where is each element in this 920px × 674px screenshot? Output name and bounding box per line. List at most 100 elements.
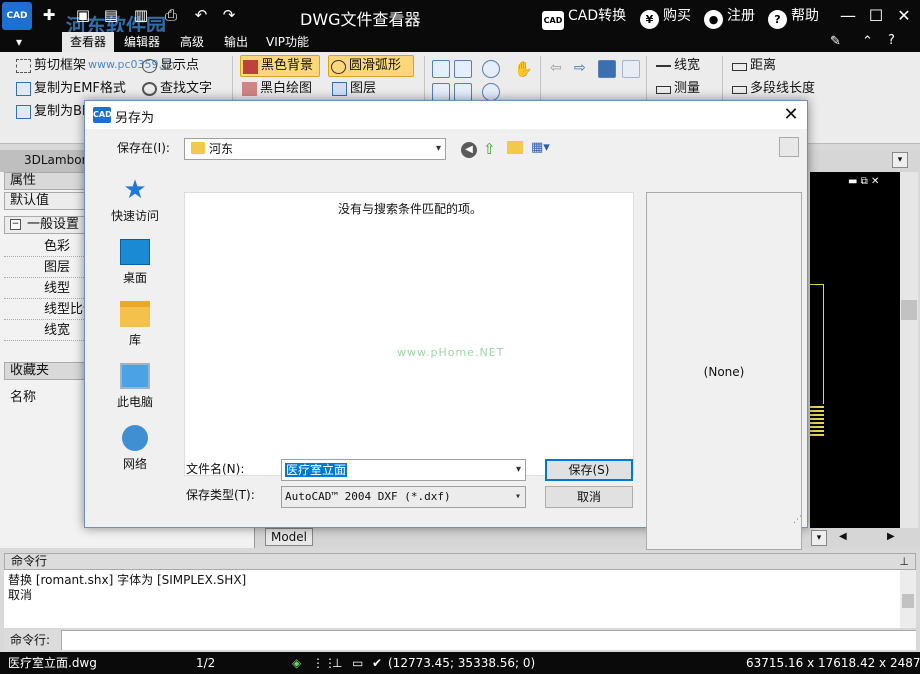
drawing-canvas[interactable]: ▬ ⧉ ✕ (810, 172, 910, 528)
hscroll-right-icon[interactable]: ▶ (887, 531, 895, 542)
place-label: 快速访问 (110, 209, 159, 223)
place-desktop[interactable]: 桌面 (95, 233, 175, 289)
cad-convert-icon: CAD (542, 11, 564, 30)
zoom-fit-icon[interactable] (454, 83, 472, 101)
desktop-icon (120, 239, 150, 265)
distance-button[interactable]: 距离 (730, 55, 776, 77)
new-folder-icon[interactable] (507, 141, 523, 154)
title-bar: CAD 河东软件园 ✚ ▣ ▤ ▥ ⎙ ↶ ↷ DWG文件查看器 CAD CAD转… (0, 0, 920, 38)
save-button[interactable]: 保存(S) (545, 459, 633, 481)
new-file-icon[interactable]: ✚ (40, 6, 58, 24)
lineweight-icon[interactable]: ▭ (352, 652, 363, 674)
up-folder-icon[interactable]: ⇧ (483, 140, 496, 158)
place-this-pc[interactable]: 此电脑 (95, 357, 175, 413)
clip-frame-button[interactable]: 剪切框架 (14, 55, 86, 77)
save-as-icon[interactable]: ▥ (132, 6, 150, 24)
find-text-button[interactable]: 查找文字 (140, 78, 212, 100)
undo-icon[interactable]: ↶ (192, 6, 210, 24)
open-folder-icon[interactable]: ▣ (74, 6, 92, 24)
layout-dropdown-icon[interactable]: ▾ (811, 530, 827, 546)
back-icon[interactable]: ◀ (461, 142, 477, 158)
distance-icon (732, 63, 747, 71)
view-menu-icon[interactable]: ▦▾ (531, 140, 550, 155)
tabs-dropdown-icon[interactable]: ▾ (892, 152, 908, 168)
command-input[interactable] (4, 630, 916, 650)
points-icon (142, 59, 157, 73)
tab-editor[interactable]: 编辑器 (116, 32, 168, 52)
measure-button[interactable]: 测量 (654, 78, 700, 100)
zoom-out-icon[interactable] (482, 83, 500, 101)
cancel-button[interactable]: 取消 (545, 486, 633, 508)
zoom-window-icon[interactable] (432, 60, 450, 78)
dialog-watermark: www.pHome.NET (397, 346, 505, 359)
edit-note-icon[interactable]: ✎ (830, 34, 841, 49)
cad-convert-button[interactable]: CAD CAD转换 (542, 6, 626, 30)
chevron-down-icon: ▾ (435, 143, 441, 154)
canvas-window-controls[interactable]: ▬ ⧉ ✕ (848, 176, 879, 187)
model-tab[interactable]: Model (265, 528, 313, 546)
close-icon[interactable]: ✕ (892, 4, 916, 28)
zoom-previous-icon[interactable] (432, 83, 450, 101)
dialog-close-icon[interactable]: ✕ (779, 103, 803, 127)
smooth-arc-button[interactable]: 圆滑弧形 (328, 55, 414, 77)
show-points-button[interactable]: 显示点 (140, 55, 199, 77)
layers-button[interactable]: 图层 (330, 78, 376, 100)
tab-viewer[interactable]: 查看器 (62, 32, 115, 52)
buy-button[interactable]: ¥ 购买 (640, 6, 691, 29)
filename-input[interactable]: 医疗室立面 ▾ (281, 459, 526, 481)
save-icon[interactable]: ▤ (102, 6, 120, 24)
minimize-icon[interactable]: — (836, 4, 860, 28)
tab-vip[interactable]: VIP功能 (258, 32, 317, 52)
place-library[interactable]: 库 (95, 295, 175, 351)
polyline-icon (732, 86, 747, 94)
ortho-icon[interactable]: ⊥ (332, 652, 342, 674)
print-icon[interactable]: ⎙ (162, 6, 180, 24)
copy-emf-button[interactable]: 复制为EMF格式 (14, 78, 126, 100)
filetype-select[interactable]: AutoCAD™ 2004 DXF (*.dxf) ▾ (281, 486, 526, 508)
save-in-select[interactable]: 河东 ▾ (184, 138, 446, 160)
resize-grip-icon[interactable]: ⋰ (793, 515, 802, 525)
app-menu-button[interactable]: ▾ (8, 32, 30, 52)
layers-icon (332, 82, 347, 96)
command-header-label: 命令行 (11, 554, 48, 568)
command-scroll-thumb[interactable] (902, 594, 914, 608)
command-scrollbar[interactable] (900, 570, 916, 628)
dialog-body: 保存在(I): 河东 ▾ ◀ ⇧ ▦▾ ★ 快速访问 桌面 库 此电脑 网络 没… (85, 129, 807, 550)
redo-icon[interactable]: ↷ (220, 6, 238, 24)
mirror-icon[interactable] (622, 60, 640, 78)
zoom-extents-icon[interactable] (454, 60, 472, 78)
black-bg-icon (243, 60, 258, 74)
canvas-vertical-scrollbar[interactable] (900, 172, 918, 528)
measure-toggle-icon[interactable]: ✔ (372, 652, 382, 674)
arrow-left-icon[interactable]: ⇦ (550, 60, 562, 76)
scroll-thumb[interactable] (901, 300, 917, 320)
black-background-button[interactable]: 黑色背景 (240, 55, 320, 77)
hscroll-left-icon[interactable]: ◀ (839, 531, 847, 542)
help-small-icon[interactable]: ? (888, 33, 895, 48)
copy-bmp-label: 复制为BI (34, 104, 86, 119)
zoom-in-icon[interactable] (482, 60, 500, 78)
polyline-length-button[interactable]: 多段线长度 (730, 78, 815, 100)
place-label: 此电脑 (116, 395, 153, 409)
star-icon: ★ (123, 175, 147, 205)
preview-toggle-icon[interactable] (779, 137, 799, 157)
maximize-icon[interactable]: ☐ (864, 4, 888, 28)
tab-output[interactable]: 输出 (216, 32, 256, 52)
line-width-button[interactable]: 线宽 (654, 55, 700, 77)
file-list[interactable]: 没有与搜索条件匹配的项。 www.pHome.NET (184, 192, 634, 476)
rotate-icon[interactable] (598, 60, 616, 78)
collapse-icon[interactable]: − (10, 219, 21, 230)
collapse-ribbon-icon[interactable]: ⌃ (862, 34, 873, 49)
tab-advanced[interactable]: 高级 (172, 32, 212, 52)
register-button[interactable]: ● 注册 (704, 6, 755, 29)
pan-hand-icon[interactable]: ✋ (514, 60, 533, 78)
bw-drawing-button[interactable]: 黑白绘图 (240, 78, 312, 100)
place-quick-access[interactable]: ★ 快速访问 (95, 171, 175, 227)
app-logo[interactable]: CAD (2, 2, 32, 30)
copy-bmp-button[interactable]: 复制为BI (14, 101, 86, 123)
pin-icon[interactable]: ⊥ (899, 554, 909, 569)
help-button[interactable]: ? 帮助 (768, 6, 819, 29)
arrow-right-icon[interactable]: ⇨ (574, 60, 586, 76)
place-network[interactable]: 网络 (95, 419, 175, 475)
snap-icon[interactable]: ◈ (292, 652, 301, 674)
